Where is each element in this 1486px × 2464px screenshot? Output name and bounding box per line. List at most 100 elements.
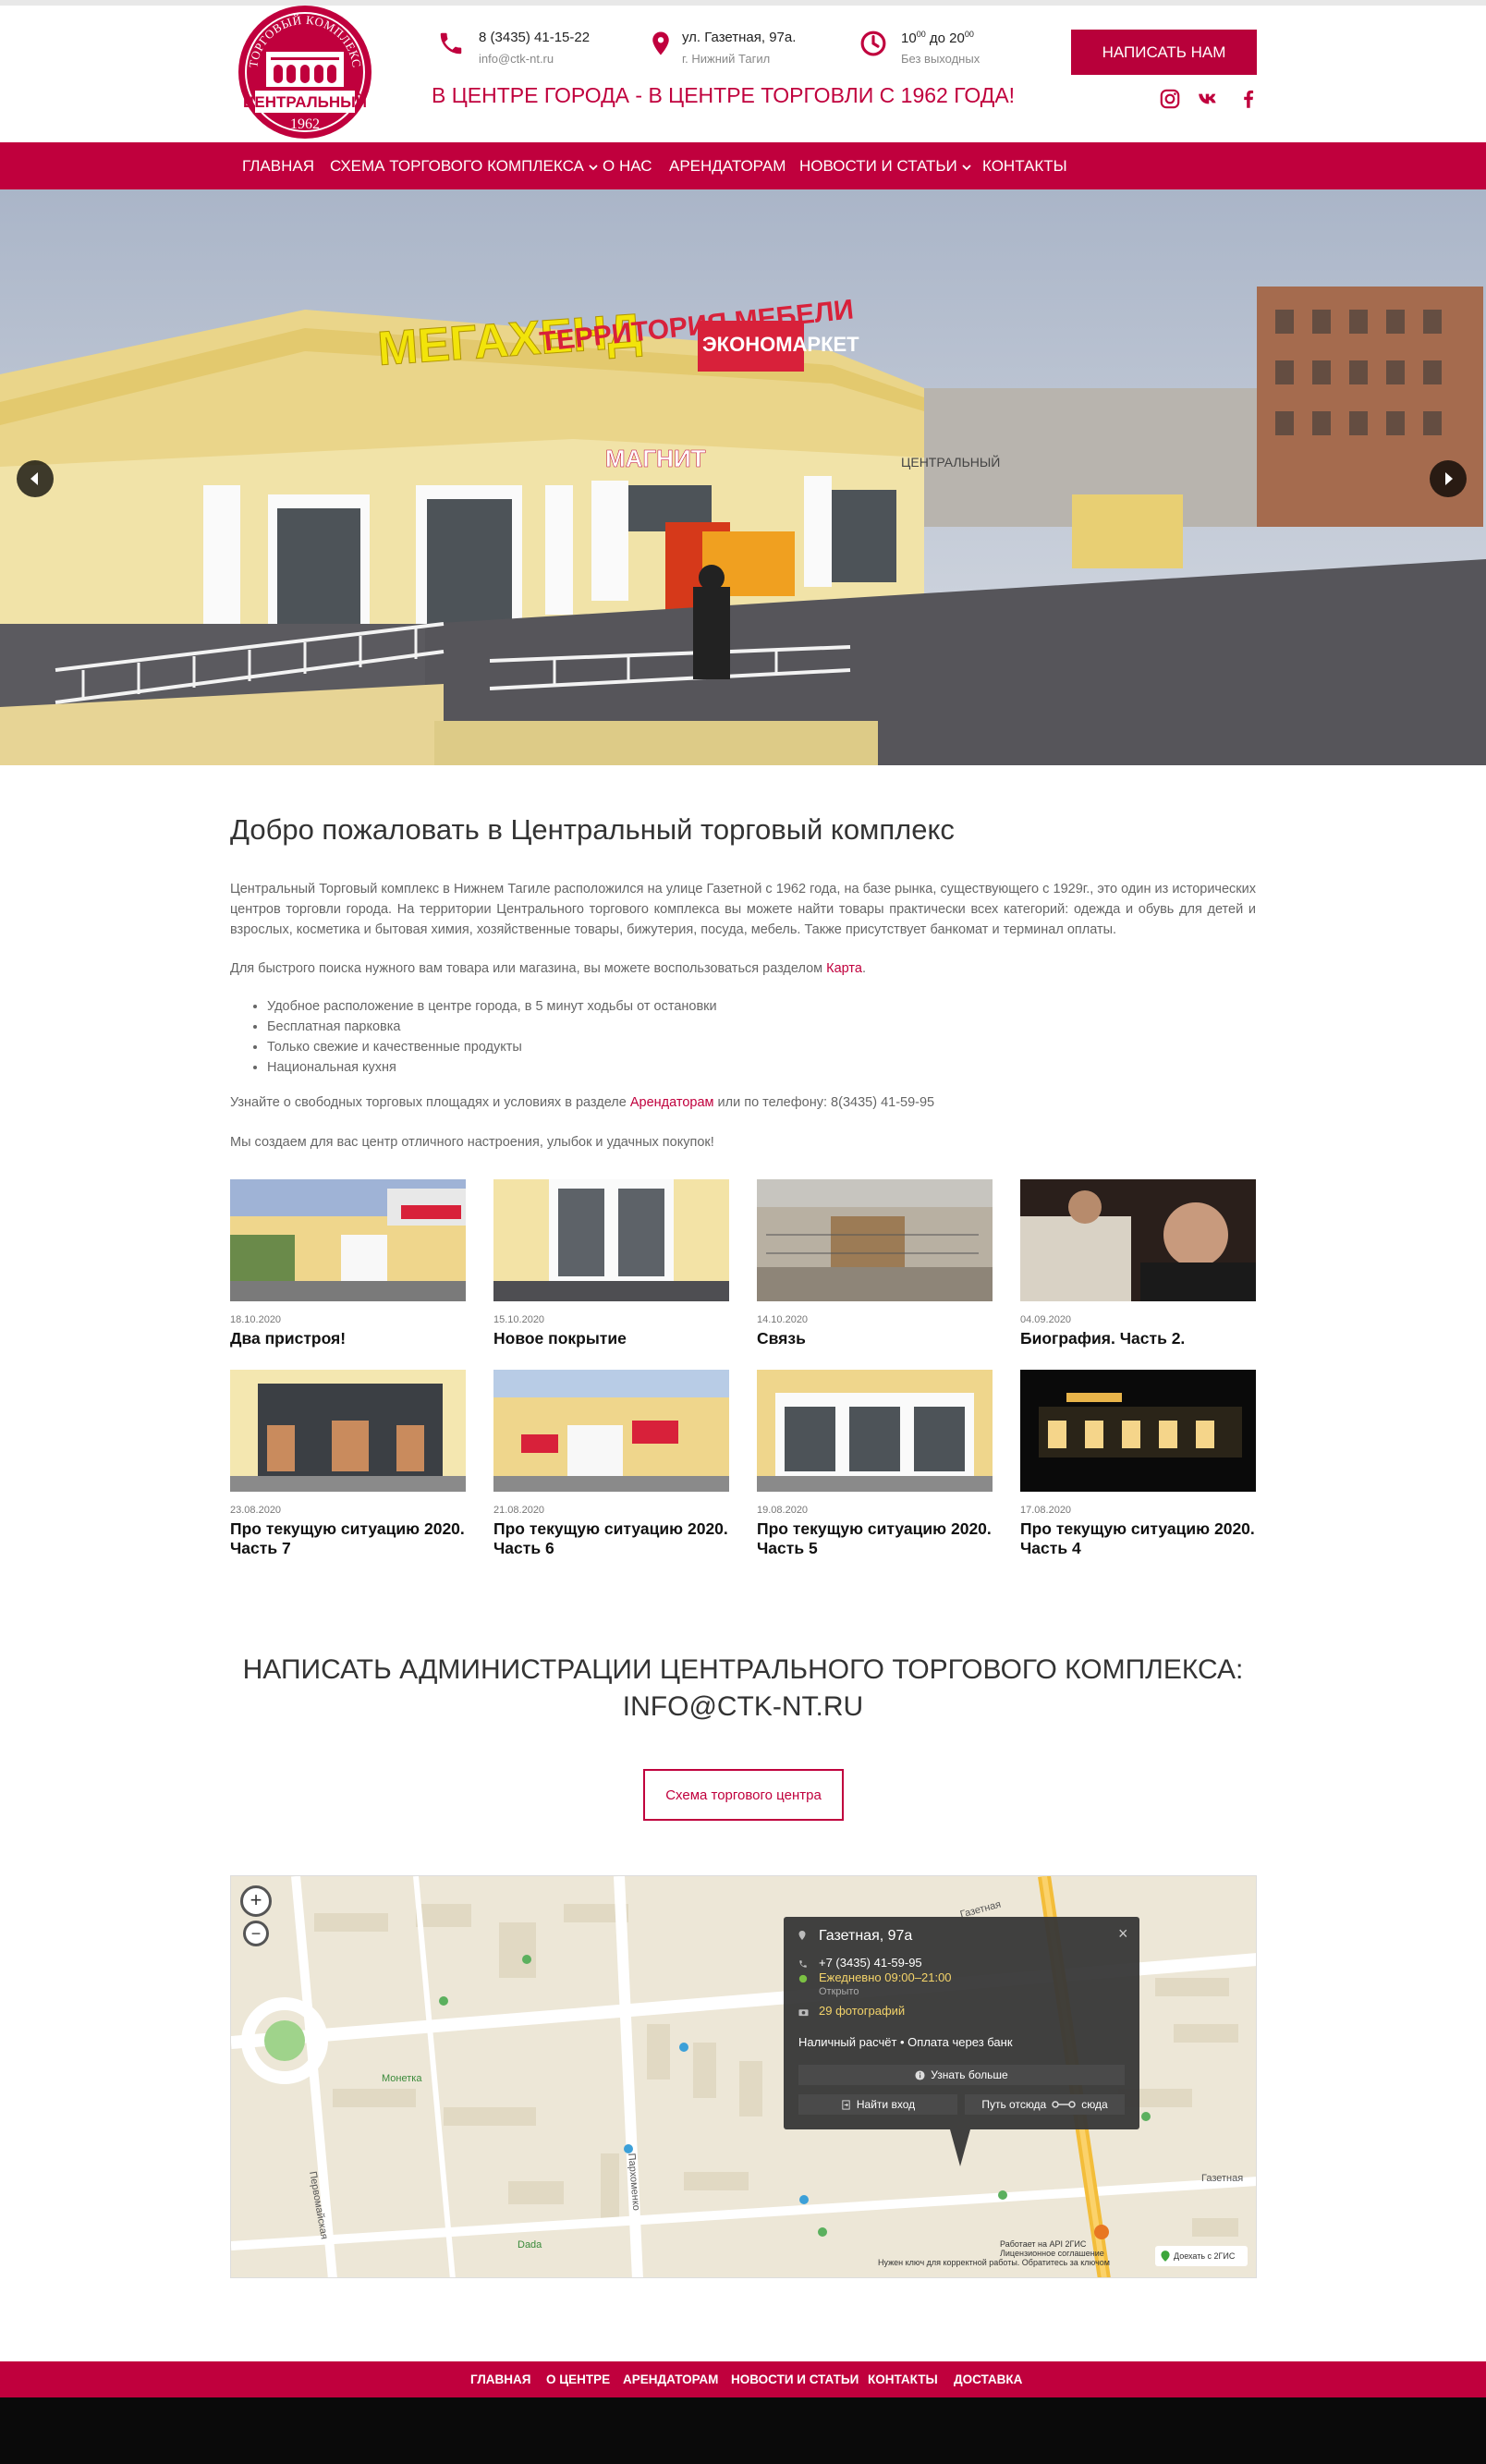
intro-paragraph: Центральный Торговый комплекс в Нижнем Т…: [230, 882, 1256, 937]
header-phone-block: 8 (3435) 41-15-22 info@ctk-nt.ru: [437, 28, 603, 70]
map-link[interactable]: Карта: [826, 961, 862, 976]
nav-item-contacts[interactable]: КОНТАКТЫ: [982, 142, 1067, 189]
closing-paragraph: Мы создаем для вас центр отличного настр…: [230, 1135, 714, 1150]
news-card[interactable]: 21.08.2020 Про текущую ситуацию 2020. Ча…: [493, 1370, 729, 1559]
news-title[interactable]: Про текущую ситуацию 2020. Часть 5: [757, 1519, 993, 1558]
news-thumbnail[interactable]: [757, 1179, 993, 1301]
news-thumbnail[interactable]: [1020, 1179, 1256, 1301]
hours-line: 1000 до 2000: [901, 30, 974, 46]
hours-note: Без выходных: [901, 52, 981, 66]
tenants-link[interactable]: Арендаторам: [630, 1095, 714, 1110]
footer-item-about[interactable]: О ЦЕНТРЕ: [546, 2361, 610, 2397]
svg-text:Газетная: Газетная: [1201, 2173, 1243, 2184]
slider-prev-button[interactable]: [17, 460, 54, 497]
news-title[interactable]: Новое покрытие: [493, 1329, 729, 1348]
header-tagline: В ЦЕНТРЕ ГОРОДА - В ЦЕНТРЕ ТОРГОВЛИ С 19…: [432, 83, 1016, 107]
location-pin-icon: [652, 31, 669, 55]
news-card[interactable]: 17.08.2020 Про текущую ситуацию 2020. Ча…: [1020, 1370, 1256, 1559]
news-thumbnail[interactable]: [230, 1179, 466, 1301]
rent-paragraph: Узнайте о свободных торговых площадях и …: [230, 1095, 935, 1110]
list-item: Бесплатная парковка: [267, 1017, 717, 1037]
open-in-2gis-button[interactable]: Доехать с 2ГИС: [1155, 2246, 1248, 2266]
news-card[interactable]: 15.10.2020 Новое покрытие: [493, 1179, 729, 1369]
site-logo[interactable]: ТОРГОВЫЙ КОМПЛЕКС ЦЕНТРАЛЬНЫЙ 1962: [231, 6, 379, 140]
location-pin-icon: [798, 1931, 806, 1940]
popup-more-button[interactable]: Узнать больше: [798, 2065, 1125, 2085]
cta-email[interactable]: info@ctk-nt.ru: [230, 1689, 1256, 1726]
svg-text:МАГНИТ: МАГНИТ: [605, 445, 706, 472]
news-date: 14.10.2020: [757, 1314, 809, 1325]
slider-next-button[interactable]: [1430, 460, 1467, 497]
clock-icon: [798, 1974, 808, 1983]
news-thumbnail[interactable]: [1020, 1370, 1256, 1492]
news-date: 23.08.2020: [230, 1505, 282, 1516]
arrow-left-icon: [30, 472, 38, 485]
news-date: 21.08.2020: [493, 1505, 545, 1516]
header-hours-block: 1000 до 2000 Без выходных: [859, 28, 998, 70]
news-thumbnail[interactable]: [757, 1370, 993, 1492]
news-title[interactable]: Два пристроя!: [230, 1329, 466, 1348]
chevron-down-icon: [962, 165, 971, 171]
write-us-button[interactable]: НАПИСАТЬ НАМ: [1071, 30, 1257, 75]
popup-route-button[interactable]: Путь отсюда сюда: [965, 2094, 1125, 2115]
zoom-out-button[interactable]: −: [243, 1921, 269, 1946]
info-icon: [915, 2069, 925, 2080]
news-title[interactable]: Биография. Часть 2.: [1020, 1329, 1256, 1348]
popup-close-button[interactable]: ×: [1118, 1924, 1128, 1944]
popup-photos-link[interactable]: 29 фотографий: [819, 2004, 905, 2018]
news-card[interactable]: 23.08.2020 Про текущую ситуацию 2020. Ча…: [230, 1370, 466, 1559]
popup-entrance-button[interactable]: Найти вход: [798, 2094, 957, 2115]
news-thumbnail[interactable]: [230, 1370, 466, 1492]
nav-item-news[interactable]: НОВОСТИ И СТАТЬИ: [799, 142, 971, 189]
footer-item-tenants[interactable]: АРЕНДАТОРАМ: [623, 2361, 718, 2397]
phone-icon: [440, 32, 462, 55]
features-list: Удобное расположение в центре города, в …: [267, 996, 717, 1078]
news-card[interactable]: 18.10.2020 Два пристроя!: [230, 1179, 466, 1369]
news-card[interactable]: 19.08.2020 Про текущую ситуацию 2020. Ча…: [757, 1370, 993, 1559]
news-card[interactable]: 04.09.2020 Биография. Часть 2.: [1020, 1179, 1256, 1369]
footer-item-home[interactable]: ГЛАВНАЯ: [470, 2361, 531, 2397]
nav-item-home[interactable]: ГЛАВНАЯ: [242, 142, 314, 189]
camera-icon: [798, 2009, 809, 2017]
news-card[interactable]: 14.10.2020 Связь: [757, 1179, 993, 1369]
facebook-icon[interactable]: [1236, 87, 1261, 111]
news-date: 04.09.2020: [1020, 1314, 1072, 1325]
news-title[interactable]: Про текущую ситуацию 2020. Часть 4: [1020, 1519, 1256, 1558]
header-address-block: ул. Газетная, 97а. г. Нижний Тагил: [647, 28, 813, 70]
2gis-pin-icon: [1161, 2251, 1170, 2262]
news-date: 17.08.2020: [1020, 1505, 1072, 1516]
popup-pointer: [950, 2129, 970, 2166]
map-widget[interactable]: Газетная Пархоменко Первомайская Газетна…: [230, 1875, 1257, 2278]
news-title[interactable]: Про текущую ситуацию 2020. Часть 7: [230, 1519, 466, 1558]
top-border: [0, 0, 1486, 6]
popup-phone[interactable]: +7 (3435) 41-59-95: [819, 1956, 922, 1970]
arrow-right-icon: [1445, 472, 1453, 485]
cta-heading: Написать администрации Центрального торг…: [230, 1652, 1256, 1726]
chevron-down-icon: [589, 165, 598, 171]
address-line: ул. Газетная, 97а.: [682, 30, 797, 45]
news-title[interactable]: Связь: [757, 1329, 993, 1348]
scheme-button[interactable]: Схема торгового центра: [643, 1769, 844, 1821]
phone-number[interactable]: 8 (3435) 41-15-22: [479, 30, 590, 45]
svg-text:ЭКОНОМАРКЕТ: ЭКОНОМАРКЕТ: [702, 333, 859, 356]
nav-item-about[interactable]: О НАС: [603, 142, 652, 189]
news-thumbnail[interactable]: [493, 1370, 729, 1492]
vk-icon[interactable]: [1197, 87, 1221, 111]
popup-hours: Ежедневно 09:00–21:00: [819, 1970, 952, 1984]
footer-item-news[interactable]: НОВОСТИ И СТАТЬИ: [731, 2361, 859, 2397]
news-date: 18.10.2020: [230, 1314, 282, 1325]
hero-photo: МЕГАХЕНД ТЕРРИТОРИЯ МЕБЕЛИ ЭКОНОМАРКЕТ М…: [0, 189, 1486, 765]
news-date: 15.10.2020: [493, 1314, 545, 1325]
map-popup: Газетная, 97а × +7 (3435) 41-59-95 Ежедн…: [784, 1917, 1139, 2129]
nav-item-tenants[interactable]: АРЕНДАТОРАМ: [669, 142, 786, 189]
nav-item-scheme[interactable]: СХЕМА ТОРГОВОГО КОМПЛЕКСА: [330, 142, 598, 189]
news-thumbnail[interactable]: [493, 1179, 729, 1301]
instagram-icon[interactable]: [1158, 87, 1182, 111]
footer-item-contacts[interactable]: КОНТАКТЫ: [868, 2361, 938, 2397]
list-item: Национальная кухня: [267, 1057, 717, 1078]
zoom-in-button[interactable]: +: [240, 1885, 272, 1917]
svg-text:1962: 1962: [290, 116, 320, 132]
email-address[interactable]: info@ctk-nt.ru: [479, 52, 554, 66]
news-title[interactable]: Про текущую ситуацию 2020. Часть 6: [493, 1519, 729, 1558]
footer-item-delivery[interactable]: ДОСТАВКА: [954, 2361, 1022, 2397]
